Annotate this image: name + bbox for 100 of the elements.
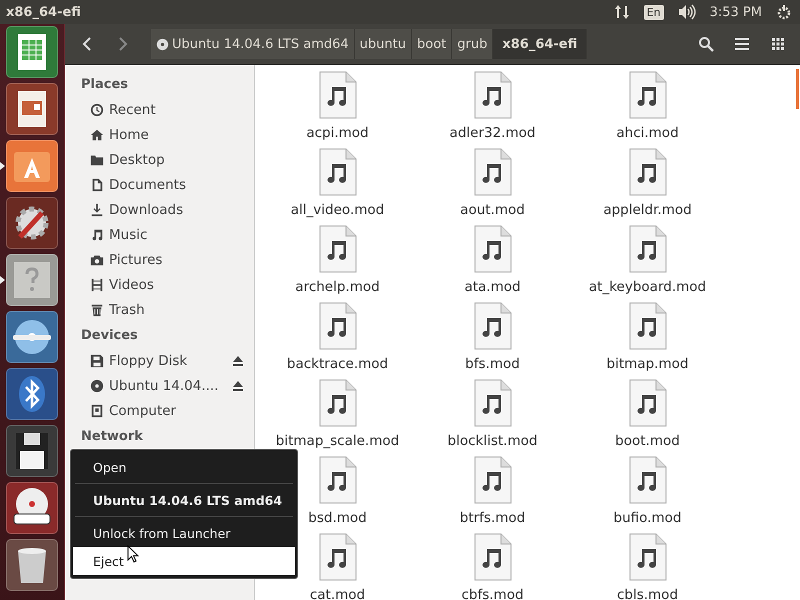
eject-icon[interactable]	[232, 354, 244, 366]
audio-file-icon[interactable]	[628, 148, 668, 196]
audio-file-icon[interactable]	[318, 379, 358, 427]
sidebar-item[interactable]: Desktop	[81, 147, 254, 172]
eject-icon[interactable]	[232, 380, 244, 392]
scrollbar[interactable]	[796, 69, 799, 109]
menu-item[interactable]: Eject	[73, 547, 295, 575]
disc-launcher-icon[interactable]	[6, 311, 58, 363]
file-name[interactable]: at_keyboard.mod	[588, 279, 706, 295]
menu-icon	[735, 38, 749, 50]
sidebar-item[interactable]: Floppy Disk	[81, 348, 254, 373]
power-gear-icon[interactable]	[776, 4, 792, 20]
presentation-launcher-icon[interactable]	[6, 83, 58, 135]
chevron-left-icon	[82, 37, 92, 51]
audio-file-icon[interactable]	[472, 71, 512, 119]
file-name[interactable]: bsd.mod	[308, 510, 367, 526]
sidebar-item[interactable]: Ubuntu 14.04....	[81, 373, 254, 398]
path-bar-button[interactable]: ubuntu	[354, 29, 412, 59]
file-name[interactable]: appleldr.mod	[603, 202, 692, 218]
sidebar-heading: Devices	[81, 326, 139, 344]
audio-file-icon[interactable]	[318, 148, 358, 196]
file-name[interactable]: blocklist.mod	[448, 433, 538, 449]
file-name[interactable]: adler32.mod	[450, 125, 536, 141]
volume-icon[interactable]	[678, 4, 696, 20]
sidebar-item[interactable]: Pictures	[81, 247, 254, 272]
document-icon	[90, 178, 104, 192]
audio-file-icon[interactable]	[318, 71, 358, 119]
audio-file-icon[interactable]	[472, 533, 512, 581]
sidebar-item[interactable]: Trash	[81, 297, 254, 322]
grid-icon	[772, 38, 784, 50]
file-name[interactable]: bitmap.mod	[606, 356, 688, 372]
file-name[interactable]: all_video.mod	[290, 202, 384, 218]
audio-file-icon[interactable]	[472, 225, 512, 273]
file-name[interactable]: cbls.mod	[616, 587, 678, 600]
spreadsheet-launcher-icon[interactable]	[6, 26, 58, 78]
audio-file-icon[interactable]	[318, 225, 358, 273]
trash-icon	[90, 302, 104, 316]
bluetooth-launcher-icon[interactable]	[6, 368, 58, 420]
file-name[interactable]: cbfs.mod	[461, 587, 524, 600]
audio-file-icon[interactable]	[318, 533, 358, 581]
audio-file-icon[interactable]	[318, 456, 358, 504]
home-icon	[90, 128, 104, 142]
floppy-icon	[90, 354, 104, 368]
file-name[interactable]: acpi.mod	[306, 125, 369, 141]
path-bar-button[interactable]: x86_64-efi	[493, 29, 588, 59]
sidebar-heading: Places	[81, 76, 130, 94]
path-bar-button[interactable]: Ubuntu 14.04.6 LTS amd64	[151, 29, 355, 59]
file-name[interactable]: boot.mod	[615, 433, 680, 449]
audio-file-icon[interactable]	[628, 71, 668, 119]
sidebar-item[interactable]: Downloads	[81, 197, 254, 222]
path-bar-button[interactable]: grub	[452, 29, 494, 59]
menu-item[interactable]: Ubuntu 14.04.6 LTS amd64	[73, 486, 295, 514]
file-name[interactable]: ata.mod	[464, 279, 521, 295]
computer-icon	[90, 404, 104, 418]
audio-file-icon[interactable]	[628, 456, 668, 504]
clock-text[interactable]: 3:53 PM	[710, 4, 762, 20]
audio-file-icon[interactable]	[628, 379, 668, 427]
network-arrows-icon[interactable]	[614, 4, 630, 20]
audio-file-icon[interactable]	[628, 533, 668, 581]
audio-file-icon[interactable]	[472, 148, 512, 196]
music-icon	[90, 228, 104, 242]
trash-launcher-icon[interactable]	[6, 539, 58, 591]
audio-file-icon[interactable]	[628, 225, 668, 273]
settings-launcher-icon[interactable]	[6, 197, 58, 249]
sidebar-item[interactable]: Music	[81, 222, 254, 247]
menu-item[interactable]: Unlock from Launcher	[73, 519, 295, 547]
audio-file-icon[interactable]	[628, 302, 668, 350]
window-title: x86_64-efi	[6, 4, 81, 20]
download-icon	[90, 202, 104, 216]
store-launcher-icon[interactable]	[6, 140, 58, 192]
file-name[interactable]: backtrace.mod	[286, 356, 388, 372]
file-name[interactable]: bitmap_scale.mod	[276, 433, 400, 449]
audio-file-icon[interactable]	[472, 302, 512, 350]
file-name[interactable]: bufio.mod	[614, 510, 682, 526]
sidebar-item[interactable]: Computer	[81, 398, 254, 423]
sidebar-item[interactable]: Home	[81, 122, 254, 147]
audio-file-icon[interactable]	[318, 302, 358, 350]
film-icon	[90, 278, 104, 292]
file-name[interactable]: ahci.mod	[616, 125, 679, 141]
keyboard-language-indicator[interactable]: En	[644, 4, 664, 20]
mouse-pointer-icon	[127, 545, 139, 563]
sidebar-heading: Network	[81, 428, 144, 446]
dvd-launcher-icon[interactable]	[6, 482, 58, 534]
sidebar-item[interactable]: Documents	[81, 172, 254, 197]
sidebar-item[interactable]: Videos	[81, 272, 254, 297]
menu-item[interactable]: Open	[73, 453, 295, 481]
audio-file-icon[interactable]	[472, 379, 512, 427]
file-name[interactable]: aout.mod	[460, 202, 525, 218]
path-bar-button[interactable]: boot	[412, 29, 452, 59]
file-name[interactable]: cat.mod	[310, 587, 366, 600]
sidebar-item[interactable]: Recent	[81, 97, 254, 122]
file-name[interactable]: archelp.mod	[295, 279, 380, 295]
camera-icon	[90, 252, 104, 266]
floppy-launcher-icon[interactable]	[6, 425, 58, 477]
audio-file-icon[interactable]	[472, 456, 512, 504]
chevron-right-icon	[118, 37, 128, 51]
file-name[interactable]: btrfs.mod	[460, 510, 526, 526]
folder-icon	[90, 152, 104, 166]
file-name[interactable]: bfs.mod	[465, 356, 520, 372]
search-icon	[698, 36, 714, 52]
